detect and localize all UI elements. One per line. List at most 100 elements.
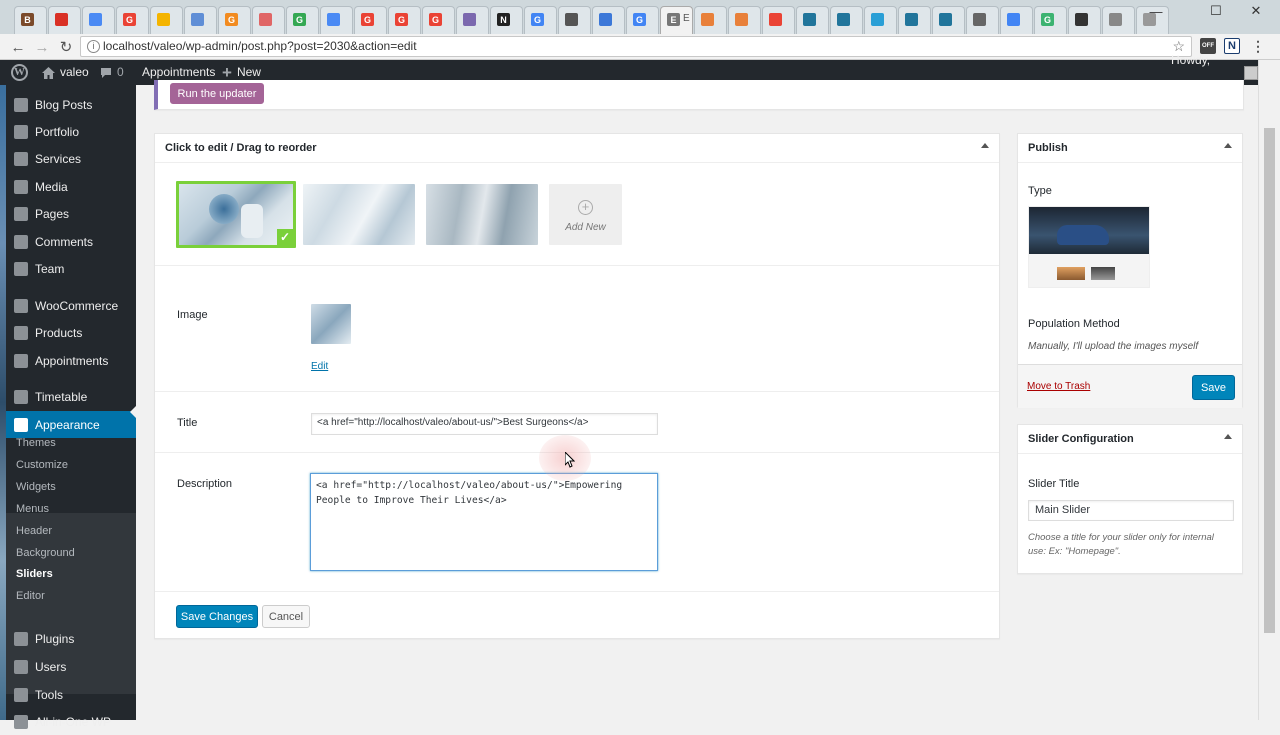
edit-image-link[interactable]: Edit <box>311 361 328 372</box>
browser-tab[interactable] <box>592 6 625 34</box>
browser-tab[interactable]: G <box>218 6 251 34</box>
browser-tab[interactable]: G <box>524 6 557 34</box>
sidebar-item-tools[interactable]: Tools <box>0 681 136 708</box>
sidebar-item-label: Media <box>35 179 68 194</box>
browser-tab[interactable]: G <box>422 6 455 34</box>
browser-tab[interactable] <box>558 6 591 34</box>
submenu-item-editor[interactable]: Editor <box>16 590 45 602</box>
address-bar[interactable]: i localhost/valeo/wp-admin/post.php?post… <box>80 36 1192 57</box>
page-scrollbar[interactable] <box>1258 60 1280 720</box>
submenu-item-background[interactable]: Background <box>16 547 75 559</box>
slide-thumbnail-3[interactable] <box>426 184 538 245</box>
comments-link[interactable]: 0 <box>100 60 124 85</box>
collapse-toggle-icon[interactable] <box>1224 434 1232 439</box>
sidebar-item-appearance[interactable]: Appearance <box>0 411 136 438</box>
browser-tab[interactable] <box>898 6 931 34</box>
move-to-trash-link[interactable]: Move to Trash <box>1027 381 1090 392</box>
browser-tab[interactable] <box>762 6 795 34</box>
maximize-button[interactable]: ☐ <box>1196 0 1236 22</box>
browser-tab[interactable] <box>184 6 217 34</box>
sidebar-item-users[interactable]: Users <box>0 653 136 680</box>
slide-description-textarea[interactable]: <a href="http://localhost/valeo/about-us… <box>310 473 658 571</box>
sidebar-item-blog-posts[interactable]: Blog Posts <box>0 91 136 118</box>
browser-tab[interactable]: N <box>490 6 523 34</box>
browser-tab[interactable] <box>830 6 863 34</box>
tab-favicon-icon: G <box>531 13 544 26</box>
sidebar-item-timetable[interactable]: Timetable <box>0 383 136 410</box>
browser-tab[interactable]: G <box>388 6 421 34</box>
forward-icon[interactable]: → <box>32 37 52 57</box>
browser-tab[interactable] <box>456 6 489 34</box>
browser-tab[interactable] <box>796 6 829 34</box>
slide-title-input[interactable]: <a href="http://localhost/valeo/about-us… <box>311 413 658 435</box>
submenu-item-widgets[interactable]: Widgets <box>16 481 56 493</box>
browser-tab[interactable]: G <box>626 6 659 34</box>
browser-tab[interactable]: B <box>14 6 47 34</box>
submenu-item-sliders[interactable]: Sliders <box>16 568 53 580</box>
browser-tab-active[interactable]: EE <box>660 6 693 34</box>
update-notice: Run the updater <box>154 80 1244 110</box>
slide-thumbnail-1[interactable]: ✓ <box>176 181 296 248</box>
slider-title-input[interactable]: Main Slider <box>1028 500 1234 521</box>
add-new-slide-button[interactable]: + Add New <box>549 184 622 245</box>
tab-favicon-icon: B <box>21 13 34 26</box>
tab-favicon-icon <box>701 13 714 26</box>
sidebar-item-products[interactable]: Products <box>0 319 136 346</box>
submenu-item-themes[interactable]: Themes <box>16 437 56 449</box>
sidebar-item-services[interactable]: Services <box>0 145 136 172</box>
close-window-button[interactable]: ✕ <box>1236 0 1276 22</box>
browser-tab[interactable]: G <box>1034 6 1067 34</box>
sidebar-item-label: All-in-One WP <box>35 714 112 729</box>
save-changes-button[interactable]: Save Changes <box>176 605 258 628</box>
browser-tab[interactable]: G <box>354 6 387 34</box>
sidebar-item-all-in-one-wp[interactable]: All-in-One WP <box>0 708 136 735</box>
menu-kebab-icon[interactable]: ⋮ <box>1250 38 1266 54</box>
sidebar-item-plugins[interactable]: Plugins <box>0 625 136 652</box>
sidebar-item-woocommerce[interactable]: WooCommerce <box>0 292 136 319</box>
sidebar-item-team[interactable]: Team <box>0 255 136 282</box>
browser-tab[interactable] <box>728 6 761 34</box>
sidebar-item-media[interactable]: Media <box>0 173 136 200</box>
browser-tab[interactable]: G <box>116 6 149 34</box>
browser-tab[interactable] <box>1102 6 1135 34</box>
minimize-button[interactable]: — <box>1136 0 1176 22</box>
tools-icon <box>14 687 28 702</box>
browser-tab[interactable] <box>82 6 115 34</box>
avatar <box>1244 65 1258 80</box>
team-icon <box>14 261 28 276</box>
browser-tab[interactable] <box>694 6 727 34</box>
browser-tab[interactable] <box>966 6 999 34</box>
sidebar-item-pages[interactable]: Pages <box>0 200 136 227</box>
collapse-toggle-icon[interactable] <box>981 143 989 148</box>
browser-tab[interactable] <box>48 6 81 34</box>
browser-tab[interactable] <box>320 6 353 34</box>
wp-logo-icon[interactable]: W <box>11 60 28 85</box>
slider-type-preview[interactable] <box>1028 206 1150 288</box>
collapse-toggle-icon[interactable] <box>1224 143 1232 148</box>
info-icon[interactable]: i <box>87 40 100 53</box>
browser-tab[interactable] <box>150 6 183 34</box>
submenu-item-menus[interactable]: Menus <box>16 503 49 515</box>
back-icon[interactable]: ← <box>8 37 28 57</box>
cancel-button[interactable]: Cancel <box>262 605 310 628</box>
submenu-item-customize[interactable]: Customize <box>16 459 68 471</box>
tab-favicon-icon <box>599 13 612 26</box>
browser-tab[interactable] <box>1068 6 1101 34</box>
sidebar-item-portfolio[interactable]: Portfolio <box>0 118 136 145</box>
run-updater-button[interactable]: Run the updater <box>170 83 264 104</box>
browser-tab[interactable] <box>252 6 285 34</box>
scrollbar-thumb[interactable] <box>1264 128 1275 633</box>
sidebar-item-comments[interactable]: Comments <box>0 228 136 255</box>
slide-thumbnail-2[interactable] <box>303 184 415 245</box>
tab-favicon-icon <box>871 13 884 26</box>
sidebar-item-appointments[interactable]: Appointments <box>0 347 136 374</box>
site-name-link[interactable]: valeo <box>42 60 89 85</box>
submenu-item-header[interactable]: Header <box>16 525 52 537</box>
browser-tab[interactable]: G <box>286 6 319 34</box>
browser-tab[interactable] <box>864 6 897 34</box>
reload-icon[interactable]: ↻ <box>56 37 76 57</box>
publish-save-button[interactable]: Save <box>1192 375 1235 400</box>
browser-tab[interactable] <box>1000 6 1033 34</box>
tab-favicon-icon <box>1007 13 1020 26</box>
browser-tab[interactable] <box>932 6 965 34</box>
